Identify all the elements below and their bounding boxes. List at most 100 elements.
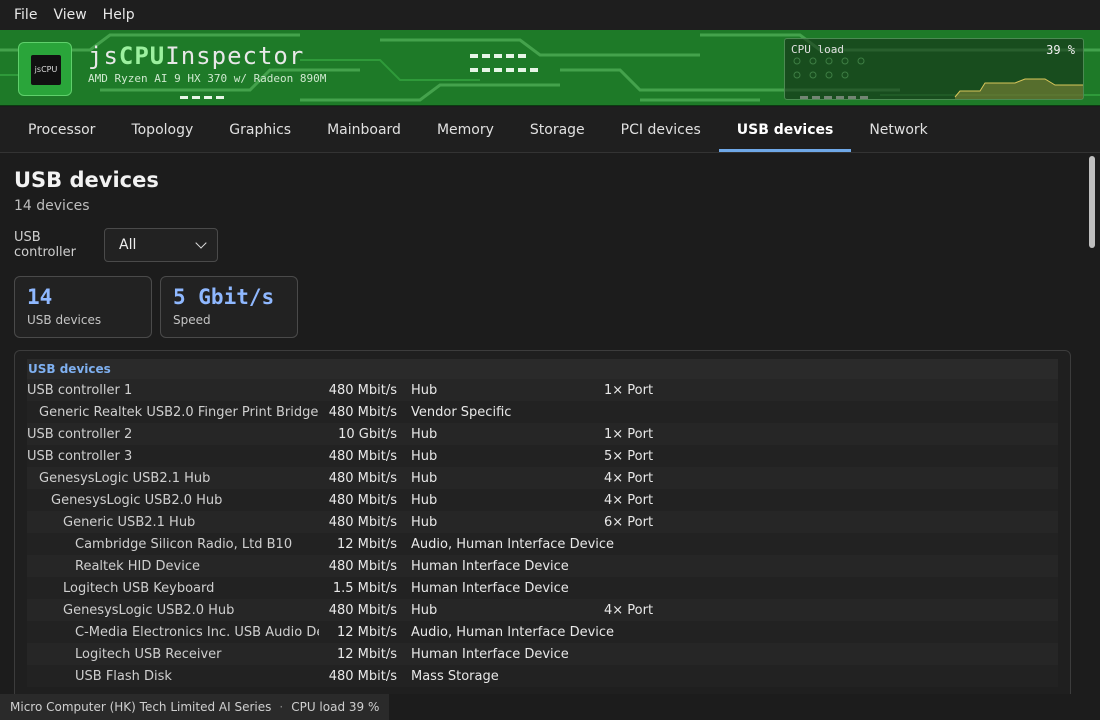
table-row[interactable]: GenesysLogic USB2.0 Hub 480 Mbit/s Hub 4× P…: [27, 489, 1058, 511]
device-name: Generic USB2.1 Hub: [63, 514, 196, 530]
device-speed: 10 Gbit/s: [338, 426, 397, 442]
table-row[interactable]: USB Flash Disk 480 Mbit/s Mass Storage: [27, 665, 1058, 687]
tab-usb-devices[interactable]: USB devices: [718, 107, 852, 152]
device-class: Hub: [411, 448, 438, 464]
device-speed: 12 Mbit/s: [336, 624, 397, 640]
stat-caption: Speed: [173, 313, 211, 327]
tab-memory[interactable]: Memory: [419, 107, 512, 152]
scrollbar-thumb[interactable]: [1089, 156, 1095, 248]
tab-storage[interactable]: Storage: [512, 107, 603, 152]
stat-value: 5 Gbit/s: [173, 285, 275, 309]
device-ports: 4× Port: [604, 470, 654, 486]
device-class: Hub: [411, 602, 438, 618]
app-logo: jsCPU: [18, 42, 72, 96]
status-separator: ·: [279, 700, 284, 714]
device-name: GenesysLogic USB2.0 Hub: [51, 492, 223, 508]
device-name: GenesysLogic USB2.0 Hub: [63, 602, 235, 618]
device-speed: 480 Mbit/s: [328, 602, 397, 618]
tab-processor[interactable]: Processor: [10, 107, 113, 152]
stat-caption: USB devices: [27, 313, 102, 327]
device-speed: 480 Mbit/s: [328, 514, 397, 530]
device-speed: 480 Mbit/s: [328, 668, 397, 684]
device-class: Hub: [411, 470, 438, 486]
device-name: Cambridge Silicon Radio, Ltd B10: [75, 536, 293, 552]
table-row[interactable]: Realtek HID Device 480 Mbit/s Human Interf…: [27, 555, 1058, 577]
device-speed: 480 Mbit/s: [328, 558, 397, 574]
status-bar: Micro Computer (HK) Tech Limited AI Seri…: [0, 694, 390, 720]
table-row[interactable]: Cambridge Silicon Radio, Ltd B10 12 Mbit/…: [27, 533, 1058, 555]
device-speed: 12 Mbit/s: [336, 536, 397, 552]
tab-topology[interactable]: Topology: [113, 107, 211, 152]
device-name: Logitech USB Keyboard: [63, 580, 215, 596]
device-class: Human Interface Device: [411, 646, 569, 662]
filter-row: USB controller All: [14, 228, 1086, 262]
table-row[interactable]: Logitech USB Receiver 12 Mbit/s Human Inte…: [27, 643, 1058, 665]
table-row[interactable]: USB controller 3 480 Mbit/s Hub 5× Port: [27, 445, 1058, 467]
page-title: USB devices: [14, 168, 159, 192]
main-content: USB devices 14 devices USB controller Al…: [0, 154, 1086, 694]
device-speed: 480 Mbit/s: [328, 382, 397, 398]
tab-network[interactable]: Network: [851, 107, 945, 152]
menu-help[interactable]: Help: [95, 0, 143, 30]
app-banner: jsCPU jsCPUInspector AMD Ryzen AI 9 HX 3…: [0, 30, 1100, 106]
device-speed: 480 Mbit/s: [328, 470, 397, 486]
menu-view[interactable]: View: [45, 0, 94, 30]
tab-mainboard[interactable]: Mainboard: [309, 107, 419, 152]
device-speed: 12 Mbit/s: [336, 646, 397, 662]
table-row[interactable]: Generic USB2.1 Hub 480 Mbit/s Hub 6× Port: [27, 511, 1058, 533]
cpu-load-widget: CPU load 39 %: [784, 38, 1084, 100]
status-cpu-load: CPU load 39 %: [291, 700, 380, 714]
device-name: Generic Realtek USB2.0 Finger Print Brid…: [39, 404, 319, 420]
table-row[interactable]: USB controller 1 480 Mbit/s Hub 1× Port: [27, 379, 1058, 401]
device-class: Mass Storage: [411, 668, 499, 684]
device-speed: 480 Mbit/s: [328, 404, 397, 420]
tab-graphics[interactable]: Graphics: [211, 107, 309, 152]
chip-icon: jsCPU: [31, 55, 61, 85]
device-class: Human Interface Device: [411, 558, 569, 574]
device-ports: 4× Port: [604, 492, 654, 508]
table-row[interactable]: Logitech USB Keyboard 1.5 Mbit/s Human Int…: [27, 577, 1058, 599]
device-class: Human Interface Device: [411, 580, 569, 596]
device-name: USB controller 3: [27, 448, 133, 464]
status-vendor: Micro Computer (HK) Tech Limited AI Seri…: [10, 700, 272, 714]
device-count: 14 devices: [14, 198, 90, 214]
table-row[interactable]: Generic Realtek USB2.0 Finger Print Brid…: [27, 401, 1058, 423]
stat-card-speed: 5 Gbit/s Speed: [160, 276, 298, 338]
vertical-scrollbar[interactable]: [1088, 156, 1096, 692]
menu-file[interactable]: File: [6, 0, 45, 30]
chevron-down-icon: [195, 237, 207, 249]
device-speed: 1.5 Mbit/s: [332, 580, 397, 596]
cpu-model: AMD Ryzen AI 9 HX 370 w/ Radeon 890M: [88, 72, 327, 85]
table-row[interactable]: USB controller 2 10 Gbit/s Hub 1× Port: [27, 423, 1058, 445]
stat-value: 14: [27, 285, 53, 309]
device-ports: 1× Port: [604, 382, 654, 398]
usb-devices-panel: USB devices USB controller 1 480 Mbit/s Hu…: [14, 350, 1071, 694]
tab-pci-devices[interactable]: PCI devices: [603, 107, 719, 152]
stats-row: 14 USB devices 5 Gbit/s Speed: [14, 276, 1086, 338]
device-ports: 4× Port: [604, 602, 654, 618]
tab-bar: Processor Topology Graphics Mainboard Memory…: [0, 107, 1100, 153]
device-speed: 480 Mbit/s: [328, 492, 397, 508]
device-name: C-Media Electronics Inc. USB Audio Devic…: [75, 624, 319, 640]
device-class: Audio, Human Interface Device: [411, 536, 615, 552]
device-name: USB controller 2: [27, 426, 133, 442]
usb-device-list: USB controller 1 480 Mbit/s Hub 1× Port Gene…: [27, 379, 1058, 687]
device-class: Hub: [411, 514, 438, 530]
table-row[interactable]: C-Media Electronics Inc. USB Audio Devic…: [27, 621, 1058, 643]
table-row[interactable]: GenesysLogic USB2.0 Hub 480 Mbit/s Hub 4× P…: [27, 599, 1058, 621]
usb-controller-select[interactable]: All: [104, 228, 218, 262]
device-name: USB Flash Disk: [75, 668, 172, 684]
usb-controller-value: All: [119, 237, 137, 253]
device-name: Realtek HID Device: [75, 558, 200, 574]
menu-bar: File View Help: [0, 0, 1100, 30]
device-ports: 6× Port: [604, 514, 654, 530]
device-ports: 5× Port: [604, 448, 654, 464]
device-class: Hub: [411, 382, 438, 398]
table-row[interactable]: GenesysLogic USB2.1 Hub 480 Mbit/s Hub 4× P…: [27, 467, 1058, 489]
device-class: Vendor Specific: [411, 404, 512, 420]
cpu-load-value: 39 %: [1046, 43, 1075, 57]
device-name: USB controller 1: [27, 382, 133, 398]
stat-card-devices: 14 USB devices: [14, 276, 152, 338]
usb-controller-label: USB controller: [14, 230, 77, 260]
app-title: jsCPUInspector: [88, 42, 305, 70]
